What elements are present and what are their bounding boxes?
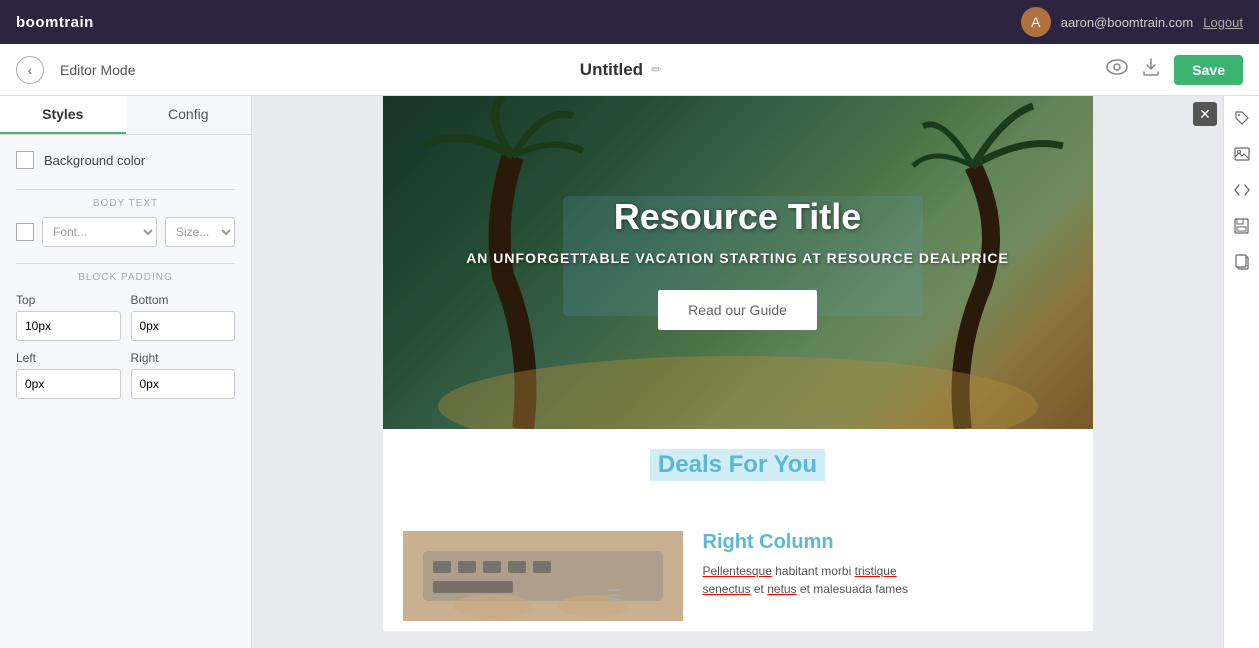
hero-text-container: Resource Title AN UNFORGETTABLE VACATION… [454, 196, 1022, 330]
editor-toolbar: ‹ Editor Mode Untitled ✏ Save [0, 44, 1259, 96]
canvas-close-button[interactable]: ✕ [1193, 102, 1217, 126]
bottom-label: Bottom [131, 293, 236, 307]
top-input[interactable] [16, 311, 121, 341]
toolbar-right: Save [1106, 55, 1243, 85]
editor-mode-label: Editor Mode [60, 62, 135, 78]
email-canvas: Resource Title AN UNFORGETTABLE VACATION… [383, 96, 1093, 631]
top-label: Top [16, 293, 121, 307]
toolbar-center: Untitled ✏ [580, 60, 662, 80]
avatar: A [1021, 7, 1051, 37]
right-tools-panel [1223, 96, 1259, 648]
topnav-right: A aaron@boomtrain.com Logout [1021, 7, 1243, 37]
code-tool-button[interactable] [1228, 176, 1256, 204]
copy-tool-button[interactable] [1228, 248, 1256, 276]
drag-handle[interactable]: ☰ [607, 586, 621, 606]
sidebar-content: Background color BODY TEXT Font... Size.… [0, 135, 251, 415]
download-button[interactable] [1142, 57, 1160, 82]
size-dropdown[interactable]: Size... [165, 217, 235, 247]
user-email: aaron@boomtrain.com [1061, 15, 1193, 30]
top-navbar: boomtrain A aaron@boomtrain.com Logout [0, 0, 1259, 44]
font-row: Font... Size... [16, 217, 235, 247]
padding-bottom-item: Bottom [131, 293, 236, 341]
right-column: Right Column Pellentesque habitant morbi… [683, 531, 1073, 621]
font-color-swatch[interactable] [16, 223, 34, 241]
left-column-image [403, 531, 683, 621]
padding-right-item: Right [131, 351, 236, 399]
padding-grid: Top Bottom Left Right [16, 293, 235, 399]
right-col-text: Pellentesque habitant morbi tristique se… [703, 562, 1073, 598]
right-input[interactable] [131, 369, 236, 399]
brand-logo: boomtrain [16, 14, 94, 31]
save-button[interactable]: Save [1174, 55, 1243, 85]
right-col-title: Right Column [703, 531, 1073, 554]
left-input[interactable] [16, 369, 121, 399]
netus-text: netus [767, 582, 796, 596]
sidebar-tabs: Styles Config [0, 96, 251, 135]
tag-tool-button[interactable] [1228, 104, 1256, 132]
sidebar: Styles Config Background color BODY TEXT… [0, 96, 252, 648]
hero-title: Resource Title [454, 196, 1022, 238]
divider-1 [16, 189, 235, 190]
image-tool-button[interactable] [1228, 140, 1256, 168]
toolbar-left: ‹ Editor Mode [16, 56, 135, 84]
preview-button[interactable] [1106, 59, 1128, 80]
bg-color-checkbox[interactable] [16, 151, 34, 169]
tab-styles[interactable]: Styles [0, 96, 126, 134]
hero-cta-button[interactable]: Read our Guide [658, 290, 817, 330]
padding-left-item: Left [16, 351, 121, 399]
save-tool-button[interactable] [1228, 212, 1256, 240]
divider-2 [16, 263, 235, 264]
senectus-text: senectus [703, 582, 751, 596]
back-button[interactable]: ‹ [16, 56, 44, 84]
two-col-section: Right Column Pellentesque habitant morbi… [383, 521, 1093, 631]
edit-title-icon[interactable]: ✏ [651, 62, 662, 78]
main-layout: Styles Config Background color BODY TEXT… [0, 96, 1259, 648]
body-text-section-label: BODY TEXT [16, 198, 235, 209]
doc-title: Untitled [580, 60, 643, 80]
bg-color-row: Background color [16, 151, 235, 169]
block-padding-label: BLOCK PADDING [16, 272, 235, 283]
right-label: Right [131, 351, 236, 365]
bg-color-label: Background color [44, 153, 145, 168]
deals-title: Deals For You [650, 449, 825, 481]
logout-link[interactable]: Logout [1203, 15, 1243, 30]
hero-section: Resource Title AN UNFORGETTABLE VACATION… [383, 96, 1093, 429]
font-dropdown[interactable]: Font... [42, 217, 157, 247]
hero-subtitle: AN UNFORGETTABLE VACATION STARTING AT RE… [454, 250, 1022, 266]
deals-section: Deals For You [383, 429, 1093, 521]
left-label: Left [16, 351, 121, 365]
pellentesque-text: Pellentesque [703, 564, 772, 578]
padding-top-item: Top [16, 293, 121, 341]
tristique-text: tristique [855, 564, 897, 578]
bottom-input[interactable] [131, 311, 236, 341]
tab-config[interactable]: Config [126, 96, 252, 134]
canvas-area: ✕ [252, 96, 1223, 648]
